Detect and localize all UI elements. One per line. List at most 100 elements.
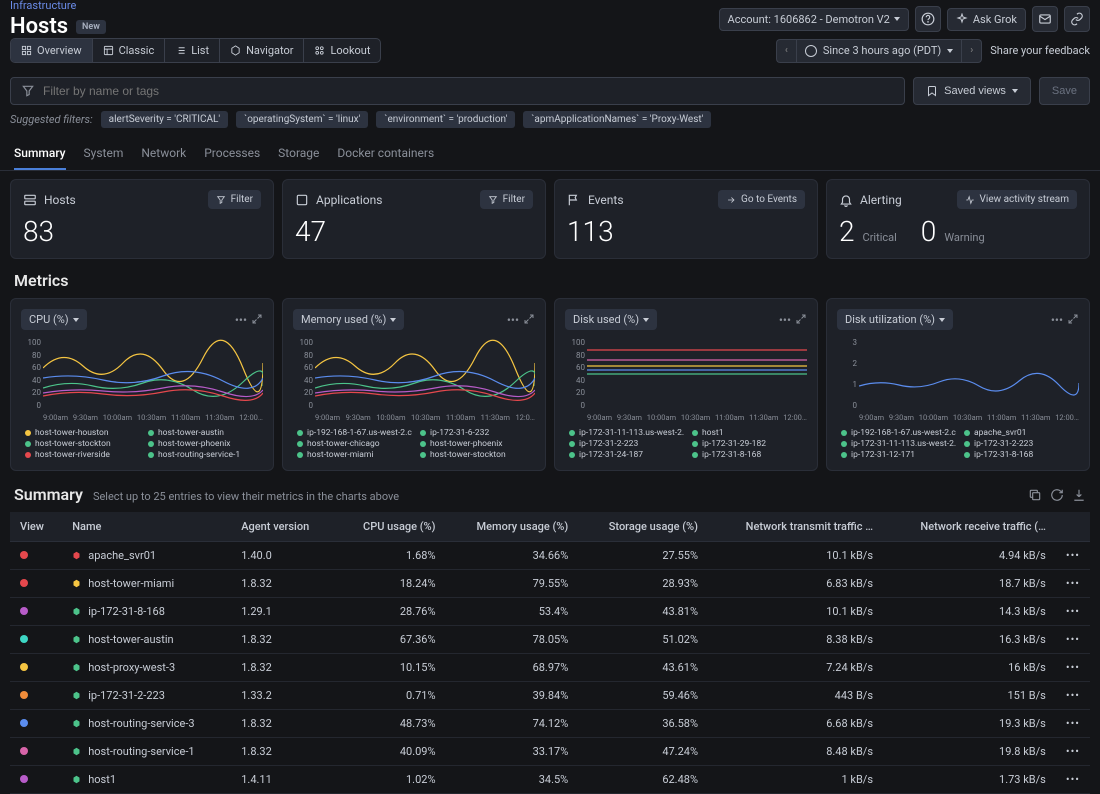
column-header[interactable]: View: [10, 512, 62, 542]
row-menu-button[interactable]: •••: [1056, 654, 1090, 682]
table-row[interactable]: ip-172-31-8-168 1.29.1 28.76% 53.4% 43.8…: [10, 598, 1090, 626]
tab-system[interactable]: System: [84, 138, 124, 170]
column-header[interactable]: Agent version: [231, 512, 335, 542]
account-selector[interactable]: Account: 1606862 - Demotron V2: [719, 8, 909, 31]
suggested-chip[interactable]: `environment` = 'production': [376, 111, 515, 128]
legend-item[interactable]: ip-172-31-8-168: [692, 450, 807, 460]
save-button[interactable]: Save: [1039, 77, 1090, 105]
filter-input-wrap[interactable]: [10, 77, 905, 105]
legend-item[interactable]: ip-172-31-24-187: [569, 450, 684, 460]
time-prev-button[interactable]: ‹: [776, 39, 796, 63]
legend-item[interactable]: host-tower-phoenix: [148, 439, 263, 449]
more-icon[interactable]: •••: [1051, 313, 1063, 327]
host-name-cell: apache_svr01: [72, 549, 221, 562]
column-header[interactable]: Memory usage (%): [446, 512, 579, 542]
expand-icon[interactable]: [523, 313, 535, 327]
host-name-cell: ip-172-31-2-223: [72, 689, 221, 702]
legend-item[interactable]: ip-172-31-2-223: [964, 439, 1079, 449]
view-activity-button[interactable]: View activity stream: [957, 190, 1077, 209]
row-menu-button[interactable]: •••: [1056, 570, 1090, 598]
view-tab-classic[interactable]: Classic: [93, 39, 166, 62]
expand-icon[interactable]: [795, 313, 807, 327]
legend-item[interactable]: host-tower-stockton: [25, 439, 140, 449]
table-row[interactable]: ip-172-31-2-223 1.33.2 0.71% 39.84% 59.4…: [10, 682, 1090, 710]
table-row[interactable]: apache_svr01 1.40.0 1.68% 34.66% 27.55% …: [10, 542, 1090, 570]
row-menu-button[interactable]: •••: [1056, 626, 1090, 654]
legend-item[interactable]: ip-172-31-6-232: [420, 428, 535, 438]
column-header[interactable]: Network transmit traffic …: [708, 512, 883, 542]
row-menu-button[interactable]: •••: [1056, 738, 1090, 766]
feedback-link[interactable]: Share your feedback: [990, 44, 1090, 57]
legend-item[interactable]: ip-172-31-2-223: [569, 439, 684, 449]
legend-item[interactable]: host-tower-riverside: [25, 450, 140, 460]
legend-item[interactable]: host-routing-service-1: [148, 450, 263, 460]
tab-network[interactable]: Network: [141, 138, 186, 170]
suggested-chip[interactable]: `apmApplicationNames` = 'Proxy-West': [523, 111, 711, 128]
filter-input[interactable]: [43, 84, 894, 98]
legend-item[interactable]: host-tower-phoenix: [420, 439, 535, 449]
time-range-selector[interactable]: Since 3 hours ago (PDT): [796, 39, 962, 63]
legend-item[interactable]: ip-172-31-11-113.us-west-2.com…: [841, 439, 956, 449]
metric-selector[interactable]: CPU (%): [21, 309, 87, 330]
copy-icon[interactable]: [1028, 488, 1042, 502]
legend-item[interactable]: host-tower-austin: [148, 428, 263, 438]
more-icon[interactable]: •••: [235, 313, 247, 327]
legend-item[interactable]: host-tower-miami: [297, 450, 412, 460]
legend-item[interactable]: ip-172-31-8-168: [964, 450, 1079, 460]
metric-selector[interactable]: Memory used (%): [293, 309, 404, 330]
suggested-chip[interactable]: `operatingSystem` = 'linux': [236, 111, 368, 128]
legend-item[interactable]: ip-172-31-11-113.us-west-2.com…: [569, 428, 684, 438]
saved-views-button[interactable]: Saved views: [913, 77, 1031, 105]
inbox-icon[interactable]: [1032, 6, 1058, 32]
table-row[interactable]: host-routing-service-3 1.8.32 48.73% 74.…: [10, 710, 1090, 738]
expand-icon[interactable]: [1067, 313, 1079, 327]
legend-item[interactable]: apache_svr01: [964, 428, 1079, 438]
legend-item[interactable]: host1: [692, 428, 807, 438]
legend-item[interactable]: host-tower-stockton: [420, 450, 535, 460]
row-menu-button[interactable]: •••: [1056, 710, 1090, 738]
go-to-events-button[interactable]: Go to Events: [718, 190, 805, 209]
breadcrumb[interactable]: Infrastructure: [10, 0, 106, 12]
table-row[interactable]: host-proxy-west-3 1.8.32 10.15% 68.97% 4…: [10, 654, 1090, 682]
view-tab-lookout[interactable]: Lookout: [304, 39, 380, 62]
legend-item[interactable]: host-tower-houston: [25, 428, 140, 438]
filter-hosts-button[interactable]: Filter: [208, 190, 261, 209]
table-row[interactable]: host1 1.4.11 1.02% 34.5% 62.48% 1 kB/s 1…: [10, 766, 1090, 794]
metric-selector[interactable]: Disk utilization (%): [837, 309, 953, 330]
more-icon[interactable]: •••: [779, 313, 791, 327]
tab-summary[interactable]: Summary: [14, 138, 66, 170]
table-row[interactable]: host-tower-austin 1.8.32 67.36% 78.05% 5…: [10, 626, 1090, 654]
help-icon[interactable]: [915, 6, 941, 32]
tab-docker[interactable]: Docker containers: [337, 138, 434, 170]
column-header[interactable]: Storage usage (%): [578, 512, 708, 542]
view-tab-overview[interactable]: Overview: [11, 39, 93, 62]
legend-item[interactable]: ip-172-31-12-171: [841, 450, 956, 460]
table-row[interactable]: host-tower-miami 1.8.32 18.24% 79.55% 28…: [10, 570, 1090, 598]
table-row[interactable]: host-routing-service-1 1.8.32 40.09% 33.…: [10, 738, 1090, 766]
legend-item[interactable]: ip-172-31-29-182: [692, 439, 807, 449]
refresh-icon[interactable]: [1050, 488, 1064, 502]
metric-selector[interactable]: Disk used (%): [565, 309, 657, 330]
share-icon[interactable]: [1064, 6, 1090, 32]
column-header[interactable]: Name: [62, 512, 231, 542]
column-header[interactable]: Network receive traffic (…: [883, 512, 1056, 542]
row-menu-button[interactable]: •••: [1056, 542, 1090, 570]
row-menu-button[interactable]: •••: [1056, 598, 1090, 626]
view-tab-navigator[interactable]: Navigator: [220, 39, 304, 62]
suggested-chip[interactable]: alertSeverity = 'CRITICAL': [101, 111, 228, 128]
legend-item[interactable]: ip-192-168-1-67.us-west-2.com…: [841, 428, 956, 438]
legend-item[interactable]: ip-192-168-1-67.us-west-2.com…: [297, 428, 412, 438]
row-menu-button[interactable]: •••: [1056, 766, 1090, 794]
legend-item[interactable]: host-tower-chicago: [297, 439, 412, 449]
tab-storage[interactable]: Storage: [278, 138, 319, 170]
download-icon[interactable]: [1072, 488, 1086, 502]
ask-grok-button[interactable]: Ask Grok: [947, 8, 1026, 31]
view-tab-list[interactable]: List: [165, 39, 220, 62]
tab-processes[interactable]: Processes: [204, 138, 260, 170]
column-header[interactable]: CPU usage (%): [336, 512, 446, 542]
row-menu-button[interactable]: •••: [1056, 682, 1090, 710]
filter-apps-button[interactable]: Filter: [480, 190, 533, 209]
time-next-button[interactable]: ›: [962, 39, 982, 63]
expand-icon[interactable]: [251, 313, 263, 327]
more-icon[interactable]: •••: [507, 313, 519, 327]
